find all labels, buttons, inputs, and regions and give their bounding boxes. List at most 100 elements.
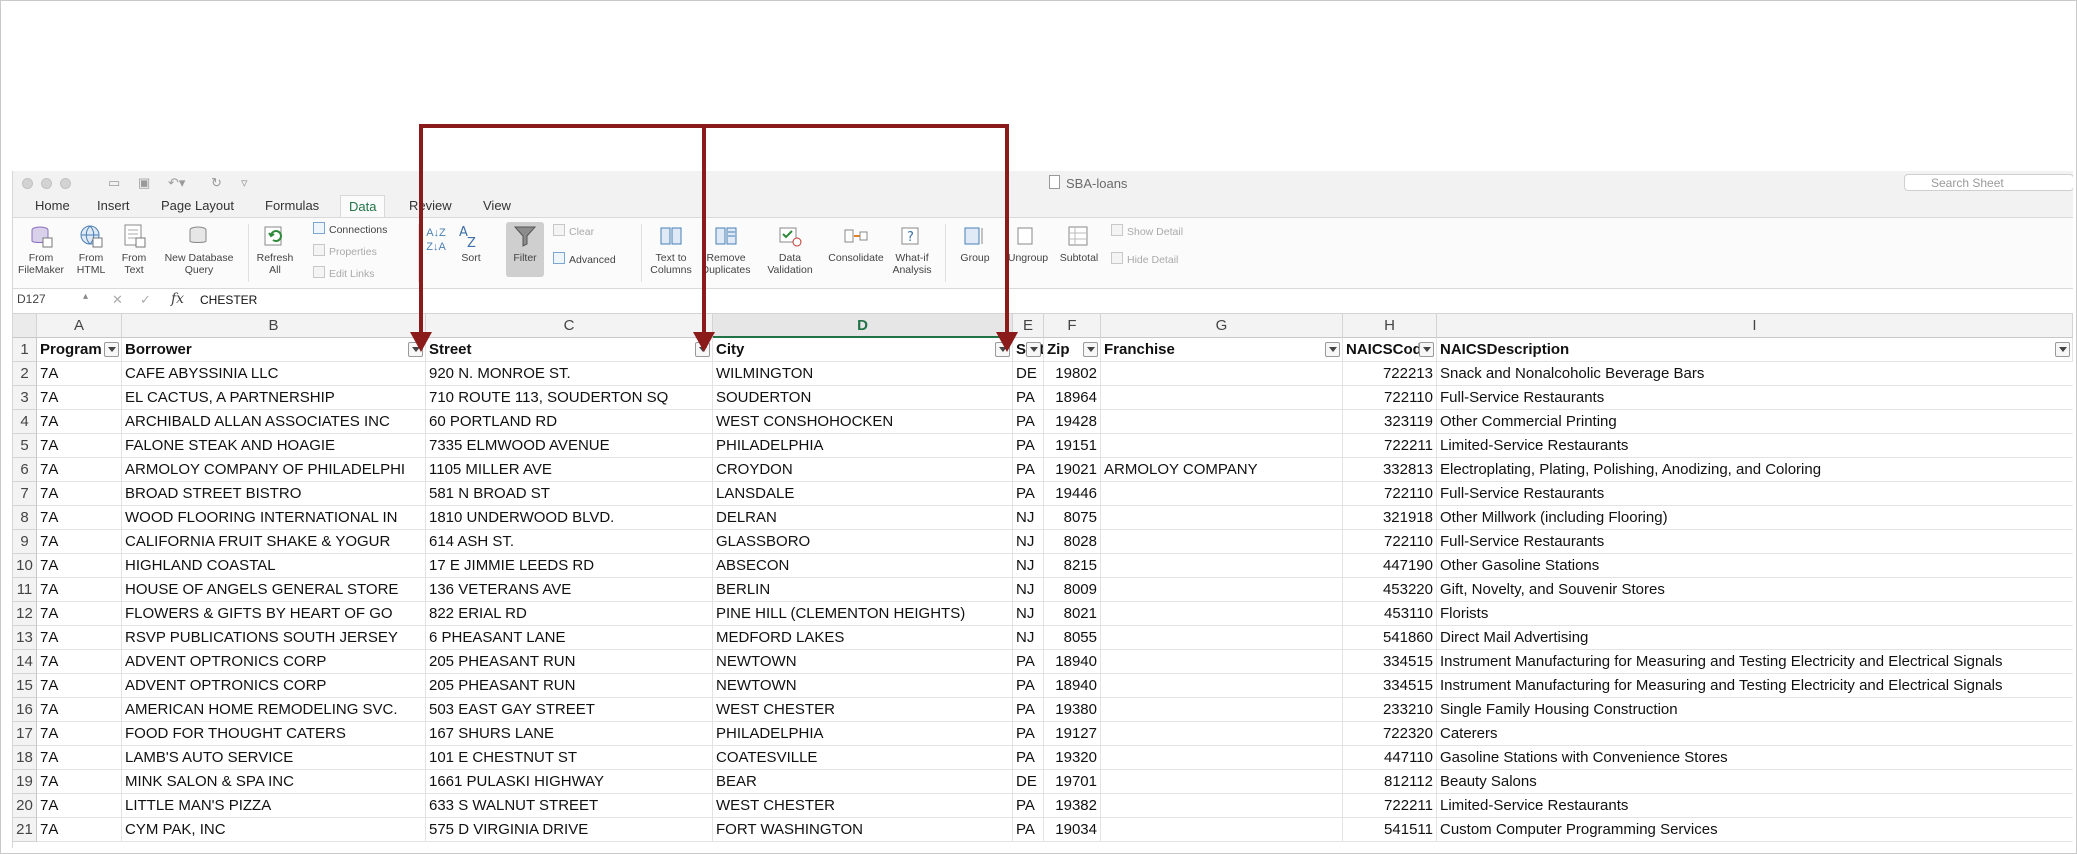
cell-g[interactable] xyxy=(1101,410,1343,434)
column-header-b[interactable]: B xyxy=(122,314,426,338)
cell-d[interactable]: NEWTOWN xyxy=(713,674,1013,698)
cell-e[interactable]: NJ xyxy=(1013,506,1044,530)
filter-button[interactable]: Filter xyxy=(506,224,544,264)
cell-d[interactable]: WEST CONSHOHOCKEN xyxy=(713,410,1013,434)
cell-i[interactable]: Single Family Housing Construction xyxy=(1437,698,2073,722)
cell-f[interactable]: 19382 xyxy=(1044,794,1101,818)
row-header[interactable]: 12 xyxy=(13,602,37,626)
cell-e[interactable]: PA xyxy=(1013,410,1044,434)
cell-i[interactable]: Limited-Service Restaurants xyxy=(1437,794,2073,818)
from-filemaker-button[interactable]: From FileMaker xyxy=(17,224,65,276)
cell-g[interactable] xyxy=(1101,818,1343,842)
cell-d[interactable]: BERLIN xyxy=(713,578,1013,602)
cell-h[interactable]: 541511 xyxy=(1343,818,1437,842)
column-header-i[interactable]: I xyxy=(1437,314,2073,338)
cell-d[interactable]: BEAR xyxy=(713,770,1013,794)
cell-h[interactable]: 812112 xyxy=(1343,770,1437,794)
sidebar-toggle-icon[interactable]: ▭ xyxy=(108,175,120,191)
cell-f[interactable]: 19428 xyxy=(1044,410,1101,434)
cell-e[interactable]: PA xyxy=(1013,794,1044,818)
cell-e[interactable]: NJ xyxy=(1013,554,1044,578)
cell-f[interactable]: 8009 xyxy=(1044,578,1101,602)
name-box[interactable]: D127 xyxy=(17,292,87,306)
what-if-analysis-button[interactable]: ? What-if Analysis xyxy=(887,224,937,276)
cell-a[interactable]: 7A xyxy=(37,698,122,722)
confirm-entry-icon[interactable]: ✓ xyxy=(140,292,151,308)
cancel-entry-icon[interactable]: ✕ xyxy=(112,292,123,308)
cell-a[interactable]: 7A xyxy=(37,650,122,674)
tab-data[interactable]: Data xyxy=(340,195,386,217)
cell-d[interactable]: LANSDALE xyxy=(713,482,1013,506)
cell-d[interactable]: MEDFORD LAKES xyxy=(713,626,1013,650)
tab-review[interactable]: Review xyxy=(401,195,460,217)
cell-h[interactable]: 722213 xyxy=(1343,362,1437,386)
new-database-query-button[interactable]: New Database Query xyxy=(159,224,239,276)
cell-g[interactable] xyxy=(1101,506,1343,530)
cell-e[interactable]: PA xyxy=(1013,434,1044,458)
cell-g[interactable] xyxy=(1101,770,1343,794)
cell-e[interactable]: PA xyxy=(1013,698,1044,722)
cell-f[interactable]: 18940 xyxy=(1044,650,1101,674)
cell-b[interactable]: EL CACTUS, A PARTNERSHIP xyxy=(122,386,426,410)
cell-g[interactable] xyxy=(1101,650,1343,674)
group-button[interactable]: Group xyxy=(949,224,1001,264)
filter-dropdown-button-franchise[interactable] xyxy=(1325,342,1340,357)
undo-icon[interactable]: ↶▾ xyxy=(168,175,185,191)
connections-button[interactable]: Connections xyxy=(313,222,387,236)
cell-d[interactable]: WEST CHESTER xyxy=(713,794,1013,818)
cell-b[interactable]: BROAD STREET BISTRO xyxy=(122,482,426,506)
row-header[interactable]: 21 xyxy=(13,818,37,842)
cell-i[interactable]: Custom Computer Programming Services xyxy=(1437,818,2073,842)
row-header[interactable]: 4 xyxy=(13,410,37,434)
filter-dropdown-button-city[interactable] xyxy=(995,342,1010,357)
cell-g[interactable] xyxy=(1101,434,1343,458)
cell-i[interactable]: Instrument Manufacturing for Measuring a… xyxy=(1437,674,2073,698)
close-window-button[interactable] xyxy=(22,178,33,189)
row-header[interactable]: 18 xyxy=(13,746,37,770)
cell-f[interactable]: 18940 xyxy=(1044,674,1101,698)
consolidate-button[interactable]: Consolidate xyxy=(825,224,887,264)
cell-f[interactable]: 18964 xyxy=(1044,386,1101,410)
cell-b[interactable]: CALIFORNIA FRUIT SHAKE & YOGUR xyxy=(122,530,426,554)
properties-button[interactable]: Properties xyxy=(313,244,377,258)
cell-i[interactable]: Beauty Salons xyxy=(1437,770,2073,794)
cell-c[interactable]: 167 SHURS LANE xyxy=(426,722,713,746)
cell-a[interactable]: 7A xyxy=(37,554,122,578)
row-header[interactable]: 2 xyxy=(13,362,37,386)
cell-i[interactable]: Full-Service Restaurants xyxy=(1437,530,2073,554)
cell-g[interactable] xyxy=(1101,746,1343,770)
filter-dropdown-button-zip[interactable] xyxy=(1083,342,1098,357)
cell-a[interactable]: 7A xyxy=(37,578,122,602)
row-header[interactable]: 8 xyxy=(13,506,37,530)
cell-g[interactable] xyxy=(1101,794,1343,818)
data-validation-button[interactable]: Data Validation xyxy=(765,224,815,276)
cell-d[interactable]: FORT WASHINGTON xyxy=(713,818,1013,842)
cell-b[interactable]: LITTLE MAN'S PIZZA xyxy=(122,794,426,818)
cell-a[interactable]: 7A xyxy=(37,410,122,434)
cell-i[interactable]: Other Commercial Printing xyxy=(1437,410,2073,434)
cell-d[interactable]: COATESVILLE xyxy=(713,746,1013,770)
cell-h[interactable]: 541860 xyxy=(1343,626,1437,650)
cell-i[interactable]: Gasoline Stations with Convenience Store… xyxy=(1437,746,2073,770)
cell-h[interactable]: 447110 xyxy=(1343,746,1437,770)
cell-a[interactable]: 7A xyxy=(37,434,122,458)
ungroup-button[interactable]: Ungroup xyxy=(1003,224,1053,264)
cell-f[interactable]: 19127 xyxy=(1044,722,1101,746)
cell-f[interactable]: 19021 xyxy=(1044,458,1101,482)
cell-i[interactable]: Limited-Service Restaurants xyxy=(1437,434,2073,458)
cell-h[interactable]: 722211 xyxy=(1343,434,1437,458)
subtotal-button[interactable]: Subtotal xyxy=(1057,224,1101,264)
row-header[interactable]: 13 xyxy=(13,626,37,650)
cell-b[interactable]: AMERICAN HOME REMODELING SVC. xyxy=(122,698,426,722)
cell-i[interactable]: Direct Mail Advertising xyxy=(1437,626,2073,650)
cell-g[interactable] xyxy=(1101,482,1343,506)
cell-c[interactable]: 101 E CHESTNUT ST xyxy=(426,746,713,770)
cell-h[interactable]: 321918 xyxy=(1343,506,1437,530)
column-header-g[interactable]: G xyxy=(1101,314,1343,338)
cell-e[interactable]: PA xyxy=(1013,650,1044,674)
cell-d[interactable]: WILMINGTON xyxy=(713,362,1013,386)
filter-dropdown-button-street[interactable] xyxy=(695,342,710,357)
row-header[interactable]: 11 xyxy=(13,578,37,602)
cell-e[interactable]: PA xyxy=(1013,674,1044,698)
cell-i[interactable]: Electroplating, Plating, Polishing, Anod… xyxy=(1437,458,2073,482)
